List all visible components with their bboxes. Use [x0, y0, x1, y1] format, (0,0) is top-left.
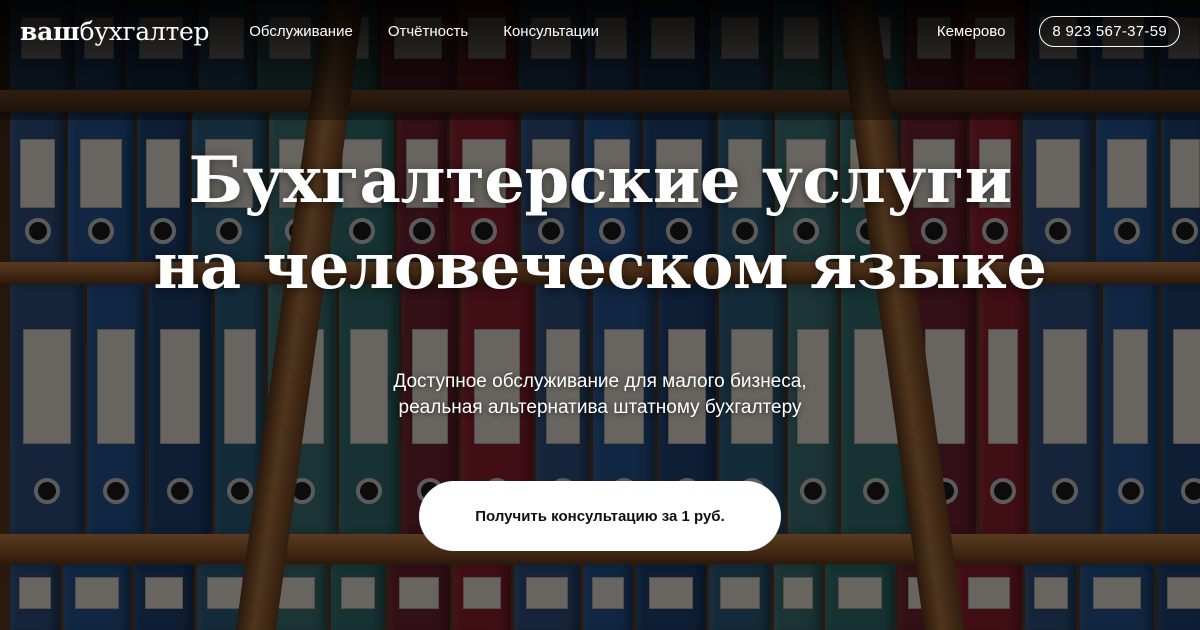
city-selector[interactable]: Кемерово — [937, 23, 1006, 40]
hero-subtitle-line1: Доступное обслуживание для малого бизнес… — [393, 371, 807, 392]
nav-item-service[interactable]: Обслуживание — [249, 23, 353, 40]
nav-item-consultations[interactable]: Консультации — [503, 23, 599, 40]
hero-subtitle: Доступное обслуживание для малого бизнес… — [0, 369, 1200, 421]
hero-title-line2: на человеческом языке — [153, 229, 1047, 304]
nav-item-reports[interactable]: Отчётность — [388, 23, 468, 40]
hero-title: Бухгалтерские услуги на человеческом язы… — [0, 138, 1200, 310]
logo-bold-text: ваш — [20, 16, 80, 46]
hero-section: Бухгалтерские услуги на человеческом язы… — [0, 138, 1200, 310]
logo-light-text: бухгалтер — [79, 16, 210, 46]
hero-title-line1: Бухгалтерские услуги — [188, 143, 1012, 218]
consultation-cta-button[interactable]: Получить консультацию за 1 руб. — [419, 481, 781, 551]
site-logo[interactable]: вашбухгалтер — [20, 16, 210, 46]
site-header: вашбухгалтер Обслуживание Отчётность Кон… — [0, 0, 1200, 62]
phone-button[interactable]: 8 923 567-37-59 — [1039, 15, 1180, 47]
hero-subtitle-line2: реальная альтернатива штатному бухгалтер… — [398, 397, 802, 418]
main-nav: Обслуживание Отчётность Консультации — [249, 23, 599, 40]
